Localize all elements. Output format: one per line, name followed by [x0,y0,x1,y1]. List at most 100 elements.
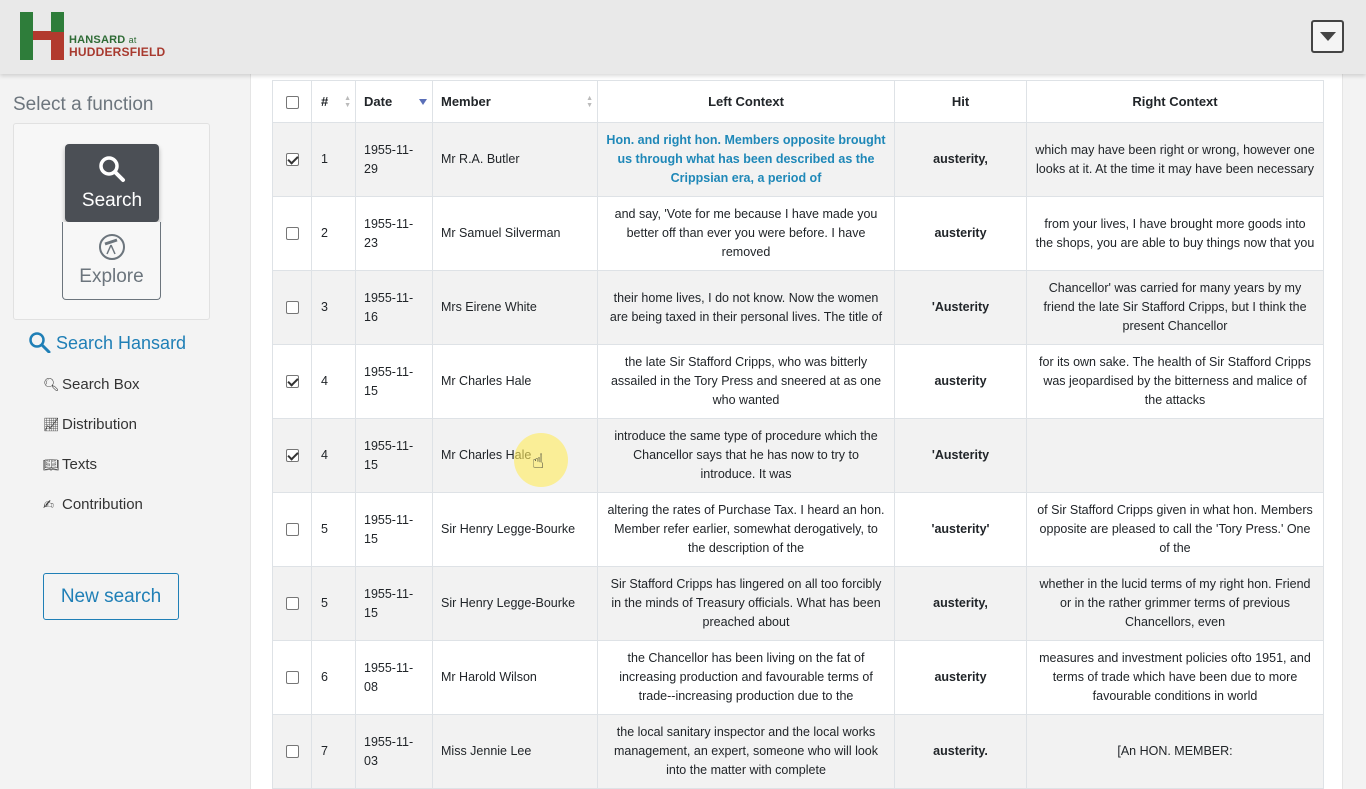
logo-h-mark [20,12,66,60]
nav-texts[interactable]: 📖︎ Texts [43,456,97,473]
search-hansard-icon [29,332,51,354]
row-select-cell[interactable] [272,714,312,789]
function-box: Search Explore [13,123,210,320]
row-checkbox[interactable] [285,523,299,537]
new-search-button[interactable]: New search [43,573,179,620]
row-right-context [1026,418,1324,493]
search-function-button[interactable]: Search [65,144,159,222]
row-date: 1955-11- 15 [355,492,433,567]
table-row[interactable]: 4 1955-11- 15 Mr Charles Hale the late Sir S… [272,344,1324,419]
row-right-context: [An HON. MEMBER: [1026,714,1324,789]
search-hansard-heading[interactable]: Search Hansard [28,331,186,354]
sort-icon: ▲ ▼ [586,95,593,109]
row-left-context: the local sanitary inspector and the loc… [597,714,895,789]
menu-dropdown-button[interactable] [1311,20,1344,53]
row-hit: 'Austerity [894,418,1027,493]
sort-icon: ▲ ▼ [344,95,351,109]
table-row[interactable]: 4 1955-11- 15 Mr Charles Hale introduce the … [272,418,1324,493]
row-member[interactable]: Sir Henry Legge-Bourke [432,566,598,641]
nav-distribution[interactable]: 📈︎ Distribution [43,416,137,433]
row-checkbox[interactable] [285,153,299,167]
search-function-label: Search [81,190,143,211]
sidebar: Select a function Search Explore Search … [0,74,225,789]
row-hit: 'austerity' [894,492,1027,567]
row-checkbox[interactable] [285,227,299,241]
row-left-context: altering the rates of Purchase Tax. I he… [597,492,895,567]
logo-text: HANSARD at HUDDERSFIELD [69,34,166,59]
row-left-context: the Chancellor has been living on the fa… [597,640,895,715]
row-number: 6 [311,640,356,715]
row-member[interactable]: Sir Henry Legge-Bourke [432,492,598,567]
table-row[interactable]: 6 1955-11- 08 Mr Harold Wilson the Chancello… [272,640,1324,715]
row-hit: austerity [894,344,1027,419]
row-date: 1955-11- 15 [355,418,433,493]
table-row[interactable]: 5 1955-11- 15 Sir Henry Legge-Bourke alterin… [272,492,1324,567]
row-date: 1955-11- 03 [355,714,433,789]
table-row[interactable]: 3 1955-11- 16 Mrs Eirene White their home li… [272,270,1324,345]
row-select-cell[interactable] [272,640,312,715]
row-right-context: for its own sake. The health of Sir Staf… [1026,344,1324,419]
row-select-cell[interactable] [272,492,312,567]
row-member[interactable]: Mr Samuel Silverman [432,196,598,271]
row-checkbox[interactable] [285,449,299,463]
row-member[interactable]: Mr Charles Hale [432,344,598,419]
row-number: 5 [311,492,356,567]
row-select-cell[interactable] [272,418,312,493]
telescope-icon [99,234,125,260]
row-right-context: Chancellor' was carried for many years b… [1026,270,1324,345]
row-hit: austerity, [894,566,1027,641]
row-left-context: introduce the same type of procedure whi… [597,418,895,493]
hit-header: Hit [894,80,1027,123]
row-select-cell[interactable] [272,566,312,641]
row-date: 1955-11- 16 [355,270,433,345]
date-header[interactable]: Date [355,80,433,123]
row-select-cell[interactable] [272,270,312,345]
chart-line-icon: 📈︎ [43,417,60,432]
row-hit: austerity [894,196,1027,271]
row-left-context: the late Sir Stafford Cripps, who was bi… [597,344,895,419]
row-date: 1955-11- 15 [355,566,433,641]
row-checkbox[interactable] [285,671,299,685]
row-member[interactable]: Mr Harold Wilson [432,640,598,715]
row-checkbox[interactable] [285,301,299,315]
explore-function-button[interactable]: Explore [62,222,161,300]
sort-desc-icon [419,99,427,105]
row-right-context: whether in the lucid terms of my right h… [1026,566,1324,641]
table-row[interactable]: 2 1955-11- 23 Mr Samuel Silverman and say, '… [272,196,1324,271]
table-row[interactable]: 7 1955-11- 03 Miss Jennie Lee the local sani… [272,714,1324,789]
row-checkbox[interactable] [285,375,299,389]
table-row[interactable]: 1 1955-11- 29 Mr R.A. Butler Hon. and right … [272,122,1324,197]
search-icon [99,156,125,182]
row-checkbox[interactable] [285,745,299,759]
row-number: 4 [311,418,356,493]
row-select-cell[interactable] [272,122,312,197]
row-member[interactable]: Mr Charles Hale [432,418,598,493]
nav-search-box[interactable]: 🔍︎ Search Box [43,376,140,393]
row-left-context: Sir Stafford Cripps has lingered on all … [597,566,895,641]
select-all-header[interactable] [272,80,312,123]
row-left-context: and say, 'Vote for me because I have mad… [597,196,895,271]
nav-contribution[interactable]: ✍︎ Contribution [43,496,143,513]
row-date: 1955-11- 15 [355,344,433,419]
row-number: 2 [311,196,356,271]
num-header[interactable]: # ▲ ▼ [311,80,356,123]
member-header[interactable]: Member ▲ ▼ [432,80,598,123]
row-left-context: their home lives, I do not know. Now the… [597,270,895,345]
row-left-context: Hon. and right hon. Members opposite bro… [597,122,895,197]
row-select-cell[interactable] [272,196,312,271]
search-icon: 🔍︎ [43,377,60,392]
explore-function-label: Explore [79,266,144,287]
row-number: 4 [311,344,356,419]
hansard-logo[interactable]: HANSARD at HUDDERSFIELD [20,12,170,62]
row-number: 3 [311,270,356,345]
results-panel: # ▲ ▼ Date Member ▲ ▼ Left Context Hit Right… [250,74,1343,789]
row-member[interactable]: Miss Jennie Lee [432,714,598,789]
row-checkbox[interactable] [285,597,299,611]
row-member[interactable]: Mrs Eirene White [432,270,598,345]
row-member[interactable]: Mr R.A. Butler [432,122,598,197]
table-row[interactable]: 5 1955-11- 15 Sir Henry Legge-Bourke Sir Sta… [272,566,1324,641]
select-all-checkbox[interactable] [285,96,299,110]
row-hit: austerity [894,640,1027,715]
row-select-cell[interactable] [272,344,312,419]
row-right-context: from your lives, I have brought more goo… [1026,196,1324,271]
